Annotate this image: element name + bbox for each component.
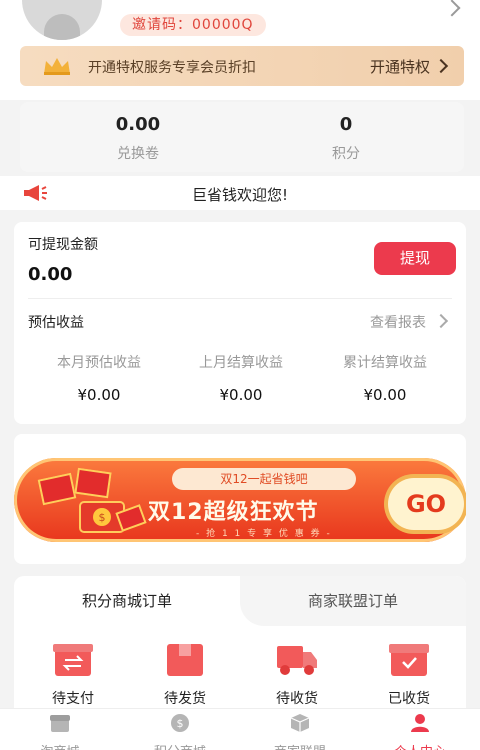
- estimated-earnings-title: 预估收益: [28, 315, 84, 331]
- order-status-label: 待收货: [276, 691, 318, 707]
- nav-label: 商家联盟: [240, 741, 360, 750]
- earning-last-month: 上月结算收益 ¥0.00: [166, 352, 316, 404]
- package-icon: [167, 644, 203, 676]
- promo-banner-card: $ 双12一起省钱吧 双12超级狂欢节 - 抢 1 1 专 享 优 惠 券 - …: [14, 434, 466, 564]
- order-status-label: 待支付: [52, 691, 94, 707]
- tab-points-mall-orders[interactable]: 积分商城订单: [14, 576, 240, 626]
- bottom-nav: 淘商城 $ 积分商城 商家联盟 个人中心: [0, 708, 480, 750]
- svg-text:$: $: [177, 717, 184, 730]
- store-icon: [50, 715, 70, 732]
- nav-label: 淘商城: [0, 741, 120, 750]
- crown-icon: [44, 58, 70, 75]
- truck-icon: [277, 646, 317, 675]
- stat-value: 0.00: [115, 114, 161, 135]
- order-status-label: 已收货: [388, 691, 430, 707]
- withdraw-button[interactable]: 提现: [374, 242, 456, 275]
- order-status-pending-shipment[interactable]: 待发货: [130, 638, 240, 708]
- earning-label: 上月结算收益: [199, 355, 283, 371]
- withdrawable-amount: 0.00: [28, 264, 73, 285]
- order-status-received[interactable]: 已收货: [354, 638, 464, 708]
- promo-subtitle: - 抢 1 1 专 享 优 惠 券 -: [196, 529, 332, 539]
- vip-open-button[interactable]: 开通特权: [370, 56, 430, 77]
- chevron-right-icon[interactable]: [443, 0, 461, 17]
- chevron-right-icon: [433, 58, 449, 74]
- order-status-label: 待发货: [164, 691, 206, 707]
- chevron-right-icon[interactable]: [433, 313, 449, 329]
- earning-label: 本月预估收益: [57, 355, 141, 371]
- pay-icon: [53, 644, 93, 676]
- withdrawable-label: 可提现金额: [28, 237, 98, 253]
- stat-vouchers[interactable]: 0.00 兑换卷: [58, 114, 218, 163]
- nav-label: 个人中心: [360, 741, 480, 750]
- invite-code-badge[interactable]: 邀请码：00000Q: [120, 14, 266, 36]
- stat-label: 积分: [332, 146, 360, 162]
- stat-value: 0: [339, 114, 353, 135]
- coin-icon: $: [171, 714, 189, 732]
- vip-banner[interactable]: 开通特权服务专享会员折扣 开通特权: [20, 46, 464, 86]
- tab-merchant-union-orders[interactable]: 商家联盟订单: [240, 576, 466, 626]
- nav-item-merchant-union[interactable]: 商家联盟: [240, 713, 360, 750]
- received-box-icon: [389, 644, 429, 676]
- go-button[interactable]: GO: [388, 478, 464, 530]
- nav-item-profile[interactable]: 个人中心: [360, 713, 480, 750]
- view-report-link[interactable]: 查看报表: [370, 312, 426, 332]
- svg-text:$: $: [99, 511, 106, 524]
- nav-item-store[interactable]: 淘商城: [0, 713, 120, 750]
- order-status-pending-payment[interactable]: 待支付: [18, 638, 128, 708]
- red-envelope-icon: [74, 467, 112, 499]
- earning-this-month: 本月预估收益 ¥0.00: [24, 352, 174, 404]
- earning-total: 累计结算收益 ¥0.00: [310, 352, 460, 404]
- divider: [28, 298, 452, 299]
- announcement-bar: 巨省钱欢迎您!: [0, 176, 480, 210]
- box-icon: [290, 714, 310, 732]
- promo-tag: 双12一起省钱吧: [172, 468, 356, 490]
- points-stats: 0.00 兑换卷 0 积分: [20, 102, 464, 172]
- nav-label: 积分商城: [120, 741, 240, 750]
- promo-title: 双12超级狂欢节: [148, 500, 319, 525]
- nav-item-points-mall[interactable]: $ 积分商城: [120, 713, 240, 750]
- stat-points[interactable]: 0 积分: [266, 114, 426, 163]
- wallet-card: 可提现金额 0.00 提现 预估收益 查看报表 本月预估收益 ¥0.00 上月结…: [14, 222, 466, 424]
- vip-text: 开通特权服务专享会员折扣: [88, 60, 256, 76]
- profile-header: 邀请码：00000Q 开通特权服务专享会员折扣 开通特权: [0, 0, 480, 100]
- earning-value: ¥0.00: [363, 386, 407, 404]
- earning-value: ¥0.00: [77, 386, 121, 404]
- earning-label: 累计结算收益: [343, 355, 427, 371]
- announcement-text: 巨省钱欢迎您!: [191, 186, 288, 204]
- order-status-pending-receipt[interactable]: 待收货: [242, 638, 352, 708]
- person-icon: [411, 714, 429, 732]
- earning-value: ¥0.00: [219, 386, 263, 404]
- avatar[interactable]: [22, 0, 102, 40]
- stat-label: 兑换卷: [117, 146, 159, 162]
